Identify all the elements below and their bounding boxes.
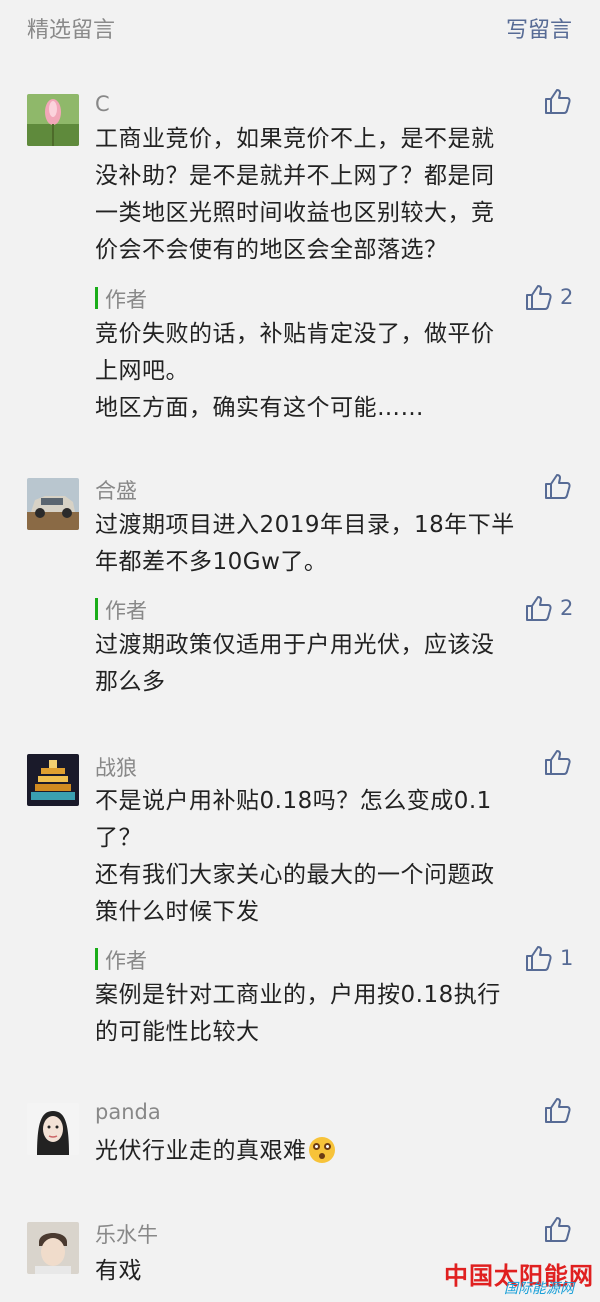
author-label: 作者 [105, 288, 147, 312]
avatar[interactable] [27, 94, 79, 146]
comment-text: 不是说户用补贴0.18吗？怎么变成0.1 了？ 还有我们大家关心的最大的一个问题… [95, 788, 495, 925]
author-reply-indicator [95, 598, 98, 620]
author-label: 作者 [105, 599, 147, 623]
comment-text: 过渡期项目进入2019年目录，18年下半 年都差不多10Gw了。 [95, 512, 515, 575]
thumbs-up-icon[interactable] [543, 1214, 573, 1244]
thumbs-up-icon[interactable] [543, 471, 573, 501]
thumbs-up-icon [526, 946, 552, 971]
comment-text: 光伏行业走的真艰难 [95, 1133, 565, 1170]
comment-username[interactable]: 合盛 [95, 475, 137, 505]
like-count: 1 [560, 946, 574, 970]
thumbs-up-icon[interactable] [543, 1095, 573, 1125]
reply-text: 竞价失败的话，补贴肯定没了，做平价 上网吧。 地区方面，确实有这个可能…… [95, 321, 495, 421]
avatar[interactable] [27, 1103, 79, 1155]
reply-like-button[interactable]: 2 [524, 282, 573, 312]
write-comment-button[interactable]: 写留言 [506, 12, 572, 44]
avatar[interactable] [27, 754, 79, 806]
thumbs-up-icon [526, 596, 552, 621]
reply-text: 过渡期政策仅适用于户用光伏，应该没 那么多 [95, 632, 495, 695]
comment-username[interactable]: C [95, 92, 110, 116]
section-title: 精选留言 [27, 18, 116, 43]
comment-username[interactable]: panda [95, 1100, 161, 1124]
comment-username[interactable]: 乐水牛 [95, 1219, 158, 1249]
avatar[interactable] [27, 1222, 79, 1274]
flushed-face-icon [308, 1137, 335, 1163]
reply-text: 案例是针对工商业的，户用按0.18执行 的可能性比较大 [95, 982, 501, 1045]
like-count: 2 [560, 285, 574, 309]
watermark-sub: 国际能源网 [504, 1281, 574, 1297]
comment-text: 工商业竞价，如果竞价不上，是不是就 没补助？是不是就并不上网了？都是同 一类地区… [95, 126, 495, 263]
reply-like-button[interactable]: 2 [524, 593, 573, 623]
like-count: 2 [560, 596, 574, 620]
reply-like-button[interactable]: 1 [524, 943, 573, 973]
comments-header: 精选留言 写留言 [0, 0, 600, 52]
author-reply-indicator [95, 948, 98, 970]
author-reply-indicator [95, 287, 98, 309]
comment-username[interactable]: 战狼 [95, 752, 137, 782]
thumbs-up-icon[interactable] [543, 747, 573, 777]
thumbs-up-icon [526, 285, 552, 310]
thumbs-up-icon[interactable] [543, 86, 573, 116]
site-watermark: 中国太阳能网 国际能源网 [444, 1256, 594, 1297]
author-label: 作者 [105, 949, 147, 973]
avatar[interactable] [27, 478, 79, 530]
